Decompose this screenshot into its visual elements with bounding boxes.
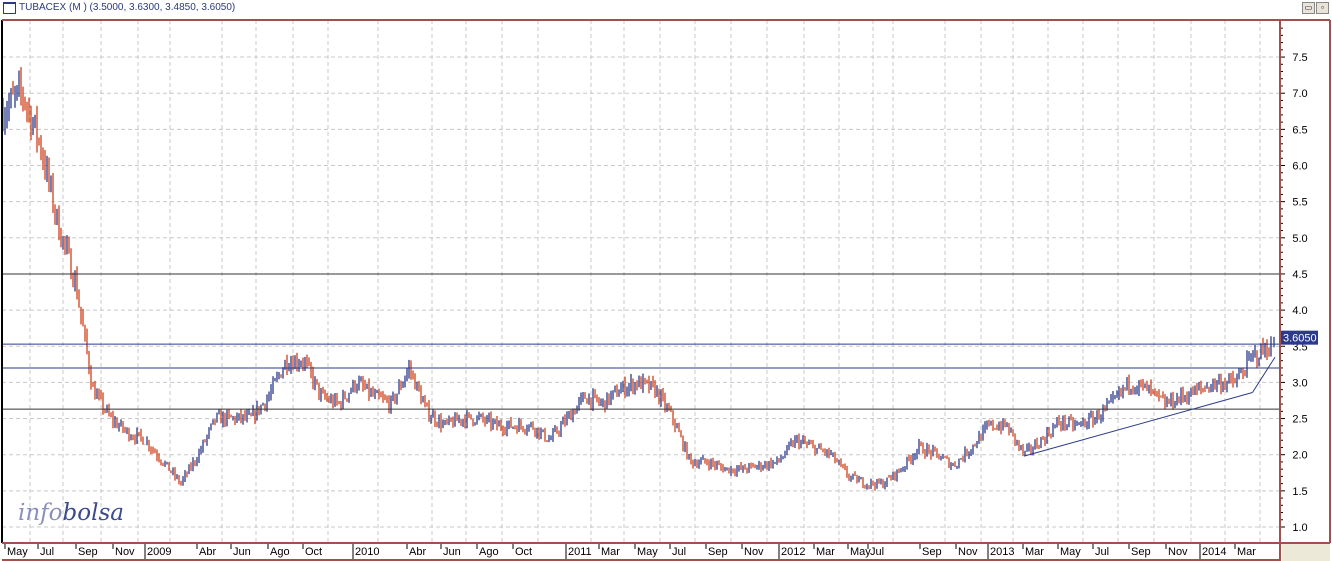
y-tick-label: 2.0 <box>1292 450 1307 462</box>
x-tick-label: Nov <box>744 546 764 558</box>
y-tick-label: 1.0 <box>1292 522 1307 534</box>
y-tick-label: 5.5 <box>1292 197 1307 209</box>
x-tick-label: May <box>7 546 28 558</box>
x-tick-label: 2013 <box>990 546 1014 558</box>
x-tick-label: 2009 <box>147 546 171 558</box>
restore-button[interactable]: ▭ <box>1302 2 1315 14</box>
x-tick-label: 2012 <box>781 546 805 558</box>
x-tick-label: Sep <box>1131 546 1151 558</box>
x-tick-label: May <box>1060 546 1081 558</box>
x-tick-label: 2011 <box>568 546 592 558</box>
y-tick-label: 6.5 <box>1292 124 1307 136</box>
y-tick-label: 7.0 <box>1292 88 1307 100</box>
x-tick-label: Abr <box>199 546 216 558</box>
y-tick-label: 4.5 <box>1292 269 1307 281</box>
infobolsa-logo: infobolsa <box>18 500 124 526</box>
x-tick-label: 2014 <box>1202 546 1226 558</box>
x-tick-label: Mar <box>601 546 620 558</box>
window-titlebar: TUBACEX (M ) (3.5000, 3.6300, 3.4850, 3.… <box>0 0 1332 16</box>
x-tick-label: Mar <box>816 546 835 558</box>
last-price-label: 3.6050 <box>1283 333 1317 345</box>
chart-window-icon <box>3 2 16 14</box>
y-tick-label: 1.5 <box>1292 486 1307 498</box>
x-tick-label: Jul <box>40 546 54 558</box>
x-tick-label: May <box>637 546 658 558</box>
x-tick-label: Nov <box>1168 546 1188 558</box>
corner-box <box>1282 544 1330 561</box>
y-tick-label: 2.5 <box>1292 414 1307 426</box>
x-tick-label: Ago <box>270 546 290 558</box>
price-chart: 1.01.52.02.53.03.54.04.55.05.56.06.57.07… <box>1 19 1331 561</box>
x-tick-label: Jun <box>443 546 461 558</box>
x-tick-label: Nov <box>115 546 135 558</box>
x-tick-label: 2010 <box>355 546 379 558</box>
x-tick-label: Sep <box>922 546 942 558</box>
x-tick-label: Abr <box>409 546 426 558</box>
x-tick-label: Nov <box>958 546 978 558</box>
x-tick-label: Mar <box>1025 546 1044 558</box>
x-tick-label: Jul <box>1095 546 1109 558</box>
close-button[interactable]: ▫ <box>1316 2 1329 14</box>
x-tick-label: Sep <box>708 546 728 558</box>
x-tick-label: Ago <box>479 546 499 558</box>
x-tick-label: Oct <box>515 546 532 558</box>
y-tick-label: 5.0 <box>1292 233 1307 245</box>
y-tick-label: 4.0 <box>1292 305 1307 317</box>
y-tick-label: 7.5 <box>1292 52 1307 64</box>
x-tick-label: Jul <box>870 546 884 558</box>
plot-area <box>2 20 1280 543</box>
x-tick-label: Jul <box>672 546 686 558</box>
y-tick-label: 6.0 <box>1292 161 1307 173</box>
x-tick-label: Mar <box>1237 546 1256 558</box>
chart-title: TUBACEX (M ) (3.5000, 3.6300, 3.4850, 3.… <box>19 2 236 13</box>
x-tick-label: Oct <box>305 546 322 558</box>
x-tick-label: Sep <box>78 546 98 558</box>
y-tick-label: 3.0 <box>1292 377 1307 389</box>
x-tick-label: Jun <box>233 546 251 558</box>
